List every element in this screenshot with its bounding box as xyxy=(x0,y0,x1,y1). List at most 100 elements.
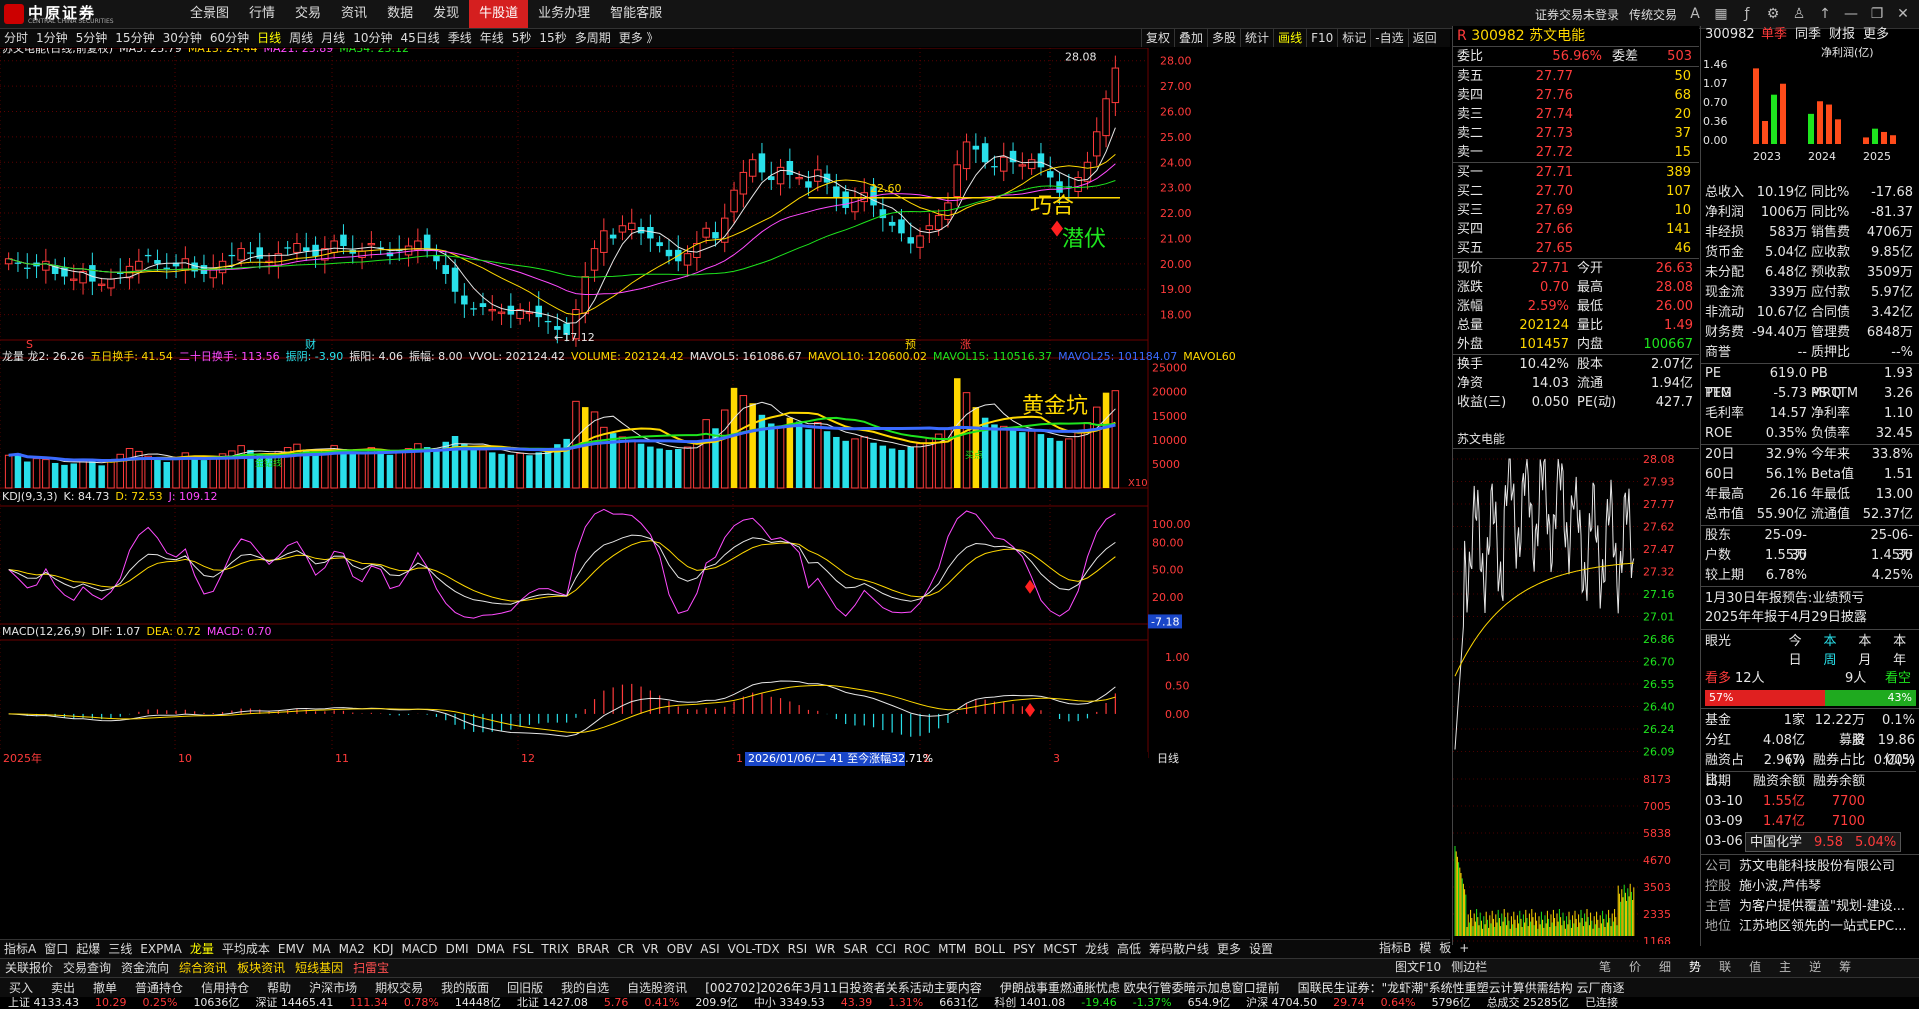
tool-button[interactable]: 国联民生证券："龙虾潮"系统性重塑云计算供需结构 云厂商逐 xyxy=(1289,978,1634,998)
indicator-tab[interactable]: BOLL xyxy=(970,940,1009,958)
main-menu-item[interactable]: 牛股道 xyxy=(469,0,529,28)
order-row[interactable]: 卖四 27.76 68 xyxy=(1453,86,1699,105)
indicator-tab[interactable]: 起爆 xyxy=(72,940,104,958)
trade-mode-button[interactable]: 传统交易 xyxy=(1629,6,1677,23)
main-menu-item[interactable]: 行情 xyxy=(239,0,285,28)
tool-button[interactable]: 撤单 xyxy=(84,978,126,998)
indicator-right-button[interactable]: + xyxy=(1455,939,1473,957)
indicator-tab[interactable]: 指标A xyxy=(0,940,40,958)
period-tab[interactable]: 日线 xyxy=(253,29,285,47)
indicator-tab[interactable]: ASI xyxy=(696,940,723,958)
grid-layout-icon[interactable]: ▦ xyxy=(1713,6,1729,22)
eye-tab[interactable]: 今日 xyxy=(1789,632,1812,670)
chart-tool-button[interactable]: 返回 xyxy=(1407,29,1441,47)
fin-tab[interactable]: 单季 xyxy=(1761,26,1787,44)
period-tab[interactable]: 月线 xyxy=(317,29,349,47)
main-menu-item[interactable]: 智能客服 xyxy=(600,0,672,28)
function-right-button[interactable]: 侧边栏 xyxy=(1446,958,1492,977)
indicator-tab[interactable]: 高低 xyxy=(1113,940,1145,958)
app-logo[interactable]: 中原证券 CENTRAL CHINA SECURITIES xyxy=(4,2,124,26)
indicator-right-button[interactable]: 模 xyxy=(1415,939,1435,957)
eye-tab[interactable]: 本年 xyxy=(1893,632,1916,670)
chart-tool-button[interactable]: -自选 xyxy=(1370,29,1407,47)
indicator-tab[interactable]: KDJ xyxy=(369,940,398,958)
period-tab[interactable]: 分时 xyxy=(0,29,32,47)
tool-button[interactable]: 我的自选 xyxy=(552,978,618,998)
restore-icon[interactable]: ❐ xyxy=(1869,6,1885,22)
indicator-tab[interactable]: 设置 xyxy=(1245,940,1277,958)
tool-button[interactable]: 帮助 xyxy=(258,978,300,998)
notice-forecast[interactable]: 1月30日年报预告:业绩预亏 xyxy=(1705,589,1916,608)
tool-button[interactable]: 普通持仓 xyxy=(126,978,192,998)
tool-button[interactable]: 伊朗战事重燃通胀忧虑 欧央行管委暗示加息窗口提前 xyxy=(991,978,1289,998)
detail-tab[interactable]: 势 xyxy=(1680,958,1710,977)
main-menu-item[interactable]: 发现 xyxy=(423,0,469,28)
indicator-tab[interactable]: MACD xyxy=(397,940,441,958)
indicator-tab[interactable]: 龙量 xyxy=(186,940,218,958)
chart-tool-button[interactable]: 复权 xyxy=(1141,29,1174,47)
tool-button[interactable]: 买入 xyxy=(0,978,42,998)
chart-tool-button[interactable]: 叠加 xyxy=(1174,29,1207,47)
chart-tool-button[interactable]: F10 xyxy=(1306,29,1337,47)
indicator-tab[interactable]: VOL-TDX xyxy=(724,940,784,958)
function-tab[interactable]: 综合资讯 xyxy=(174,959,232,978)
indicator-tab[interactable]: SAR xyxy=(839,940,871,958)
function-right-button[interactable]: 图文F10 xyxy=(1390,958,1446,977)
close-icon[interactable]: ✕ xyxy=(1895,6,1911,22)
chart-tool-button[interactable]: 统计 xyxy=(1240,29,1273,47)
period-tab[interactable]: 更多 》 xyxy=(615,29,663,47)
order-row[interactable]: 买三 27.69 10 xyxy=(1453,201,1699,220)
indicator-tab[interactable]: VR xyxy=(638,940,663,958)
detail-tab[interactable]: 联 xyxy=(1710,958,1740,977)
indicator-tab[interactable]: FSL xyxy=(508,940,537,958)
tool-button[interactable]: [002702]2026年3月11日投资者关系活动主要内容 xyxy=(696,978,991,998)
function-tab[interactable]: 短线基因 xyxy=(290,959,348,978)
detail-tab[interactable]: 筹 xyxy=(1830,958,1860,977)
indicator-tab[interactable]: 筹码散户线 xyxy=(1145,940,1213,958)
indicator-tab[interactable]: WR xyxy=(811,940,839,958)
notice-report-date[interactable]: 2025年年报于4月29日披露 xyxy=(1705,608,1916,627)
indicator-tab[interactable]: MA xyxy=(308,940,335,958)
detail-tab[interactable]: 值 xyxy=(1740,958,1770,977)
indicator-tab[interactable]: CR xyxy=(614,940,639,958)
main-menu-item[interactable]: 资讯 xyxy=(331,0,377,28)
indicator-right-button[interactable]: 指标B xyxy=(1375,939,1415,957)
indicator-tab[interactable]: 龙线 xyxy=(1081,940,1113,958)
eye-tab[interactable]: 本周 xyxy=(1823,632,1846,670)
order-row[interactable]: 买四 27.66 141 xyxy=(1453,220,1699,239)
period-tab[interactable]: 多周期 xyxy=(571,29,615,47)
font-size-icon[interactable]: A xyxy=(1687,6,1703,22)
function-tab[interactable]: 板块资讯 xyxy=(232,959,290,978)
indicator-tab[interactable]: TRIX xyxy=(537,940,572,958)
function-tab[interactable]: 资金流向 xyxy=(116,959,174,978)
indicator-tab[interactable]: MCST xyxy=(1039,940,1081,958)
tool-button[interactable]: 我的版面 xyxy=(432,978,498,998)
indicator-tab[interactable]: ROC xyxy=(900,940,934,958)
gear-icon[interactable]: ⚙ xyxy=(1765,6,1781,22)
period-tab[interactable]: 5秒 xyxy=(508,29,536,47)
main-menu-item[interactable]: 数据 xyxy=(377,0,423,28)
indicator-tab[interactable]: 更多 xyxy=(1213,940,1245,958)
indicator-tab[interactable]: EXPMA xyxy=(136,940,186,958)
detail-tab[interactable]: 笔 xyxy=(1590,958,1620,977)
period-tab[interactable]: 年线 xyxy=(476,29,508,47)
order-row[interactable]: 卖五 27.77 50 xyxy=(1453,67,1699,86)
period-tab[interactable]: 45日线 xyxy=(396,29,443,47)
function-tab[interactable]: 关联报价 xyxy=(0,959,58,978)
formula-icon[interactable]: ƒ xyxy=(1739,6,1755,22)
indicator-tab[interactable]: MA2 xyxy=(335,940,369,958)
indicator-tab[interactable]: OBV xyxy=(663,940,697,958)
order-row[interactable]: 买五 27.65 46 xyxy=(1453,239,1699,258)
arrow-up-icon[interactable]: ↑ xyxy=(1817,6,1833,22)
period-tab[interactable]: 10分钟 xyxy=(349,29,396,47)
main-menu-item[interactable]: 业务办理 xyxy=(528,0,600,28)
chart-tool-button[interactable]: 多股 xyxy=(1207,29,1240,47)
function-tab[interactable]: 扫雷宝 xyxy=(348,959,394,978)
tool-button[interactable]: 期权交易 xyxy=(366,978,432,998)
period-tab[interactable]: 30分钟 xyxy=(159,29,206,47)
margin-row-popup[interactable]: 03-06 中国化学 9.58 5.04% xyxy=(1705,832,1916,852)
indicator-tab[interactable]: RSI xyxy=(784,940,812,958)
trade-login-status[interactable]: 证券交易未登录 xyxy=(1535,6,1619,23)
order-row[interactable]: 买二 27.70 107 xyxy=(1453,182,1699,201)
order-row[interactable]: 卖三 27.74 20 xyxy=(1453,105,1699,124)
